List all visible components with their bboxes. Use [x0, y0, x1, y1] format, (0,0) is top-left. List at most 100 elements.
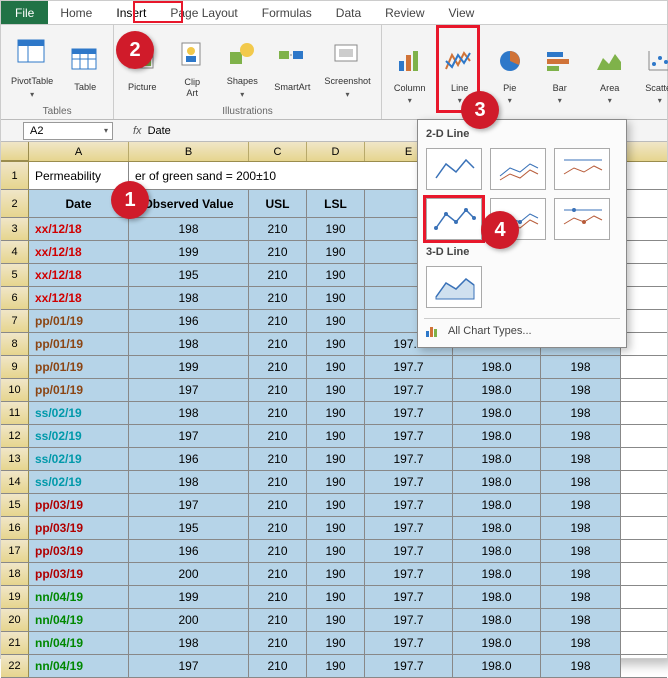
cell[interactable]: pp/01/19 [29, 310, 129, 332]
shapes-button[interactable]: Shapes▾ [220, 29, 264, 104]
cell[interactable]: 199 [129, 241, 249, 263]
cell[interactable]: 210 [249, 218, 307, 240]
cell[interactable]: 197 [129, 379, 249, 401]
cell[interactable]: 196 [129, 448, 249, 470]
cell[interactable]: 190 [307, 655, 365, 677]
cell[interactable]: 200 [129, 563, 249, 585]
cell[interactable]: 210 [249, 563, 307, 585]
cell[interactable]: 210 [249, 494, 307, 516]
cell[interactable]: xx/12/18 [29, 264, 129, 286]
cell[interactable]: 198 [129, 333, 249, 355]
cell[interactable]: xx/12/18 [29, 218, 129, 240]
cell[interactable]: ss/02/19 [29, 448, 129, 470]
cell[interactable]: 198 [129, 218, 249, 240]
cell[interactable]: 197 [129, 494, 249, 516]
cell[interactable]: 197.7 [365, 356, 453, 378]
row-head[interactable]: 3 [1, 218, 29, 240]
cell[interactable]: nn/04/19 [29, 632, 129, 654]
cell[interactable]: 210 [249, 333, 307, 355]
cell[interactable]: ss/02/19 [29, 471, 129, 493]
tab-review[interactable]: Review [373, 1, 436, 24]
cell[interactable]: 190 [307, 586, 365, 608]
cell[interactable]: pp/01/19 [29, 356, 129, 378]
cell[interactable]: 197 [129, 425, 249, 447]
cell[interactable]: 198 [541, 632, 621, 654]
cell[interactable]: pp/01/19 [29, 333, 129, 355]
cell[interactable]: 197.7 [365, 471, 453, 493]
row-head[interactable]: 17 [1, 540, 29, 562]
cell[interactable]: 210 [249, 379, 307, 401]
cell[interactable]: 197.7 [365, 563, 453, 585]
cell[interactable]: 210 [249, 241, 307, 263]
line-type-3d[interactable] [426, 266, 482, 308]
cell[interactable]: 210 [249, 609, 307, 631]
cell[interactable]: 199 [129, 356, 249, 378]
cell[interactable]: 197.7 [365, 609, 453, 631]
cell[interactable]: 210 [249, 310, 307, 332]
cell[interactable]: 197.7 [365, 494, 453, 516]
line-type-stacked[interactable] [490, 148, 546, 190]
cell[interactable]: 197.7 [365, 586, 453, 608]
cell[interactable]: 198 [541, 586, 621, 608]
cell[interactable]: 210 [249, 586, 307, 608]
cell[interactable]: 198.0 [453, 517, 541, 539]
cell[interactable]: 210 [249, 540, 307, 562]
all-chart-types[interactable]: All Chart Types... [424, 318, 620, 343]
cell[interactable]: 198 [541, 517, 621, 539]
row-head[interactable]: 13 [1, 448, 29, 470]
cell[interactable]: 198 [541, 494, 621, 516]
cell[interactable]: 198.0 [453, 448, 541, 470]
cell[interactable]: 198 [541, 540, 621, 562]
cell[interactable]: xx/12/18 [29, 287, 129, 309]
pivottable-button[interactable]: PivotTable▾ [7, 29, 57, 104]
cell[interactable]: 190 [307, 540, 365, 562]
cell[interactable]: 190 [307, 241, 365, 263]
row-head[interactable]: 18 [1, 563, 29, 585]
cell[interactable]: 210 [249, 517, 307, 539]
cell[interactable]: 199 [129, 586, 249, 608]
col-head-c[interactable]: C [249, 142, 307, 161]
col-head-b[interactable]: B [129, 142, 249, 161]
cell[interactable]: 198.0 [453, 402, 541, 424]
tab-home[interactable]: Home [48, 1, 104, 24]
cell[interactable]: 198 [541, 448, 621, 470]
cell[interactable]: 197 [129, 655, 249, 677]
cell[interactable]: 210 [249, 471, 307, 493]
cell[interactable]: 210 [249, 356, 307, 378]
cell[interactable]: 195 [129, 517, 249, 539]
cell[interactable]: 197.7 [365, 655, 453, 677]
cell[interactable]: 210 [249, 287, 307, 309]
cell[interactable]: 210 [249, 264, 307, 286]
row-head[interactable]: 4 [1, 241, 29, 263]
cell[interactable]: 198.0 [453, 632, 541, 654]
tab-view[interactable]: View [437, 1, 487, 24]
bar-chart-button[interactable]: Bar▾ [538, 29, 582, 117]
cell[interactable]: 198.0 [453, 563, 541, 585]
cell[interactable]: 190 [307, 264, 365, 286]
row-head[interactable]: 16 [1, 517, 29, 539]
cell[interactable]: 198 [541, 563, 621, 585]
tab-file[interactable]: File [1, 1, 48, 24]
cell[interactable]: 198 [541, 402, 621, 424]
line-type-markers[interactable] [426, 198, 482, 240]
cell[interactable]: 210 [249, 632, 307, 654]
cell[interactable]: 198 [541, 655, 621, 677]
cell[interactable]: 198 [541, 609, 621, 631]
cell[interactable]: 198 [129, 471, 249, 493]
cell[interactable]: 197.7 [365, 632, 453, 654]
cell[interactable]: 198.0 [453, 540, 541, 562]
row-head[interactable]: 5 [1, 264, 29, 286]
cell[interactable]: 198 [541, 379, 621, 401]
cell[interactable]: 190 [307, 356, 365, 378]
cell[interactable]: 190 [307, 287, 365, 309]
row-head[interactable]: 20 [1, 609, 29, 631]
cell[interactable]: pp/01/19 [29, 379, 129, 401]
area-chart-button[interactable]: Area▾ [588, 29, 632, 117]
cell[interactable]: pp/03/19 [29, 540, 129, 562]
row-head[interactable]: 11 [1, 402, 29, 424]
cell[interactable]: 197.7 [365, 379, 453, 401]
col-head-a[interactable]: A [29, 142, 129, 161]
row-head[interactable]: 7 [1, 310, 29, 332]
screenshot-button[interactable]: Screenshot▾ [320, 29, 374, 104]
smartart-button[interactable]: SmartArt [270, 29, 314, 104]
